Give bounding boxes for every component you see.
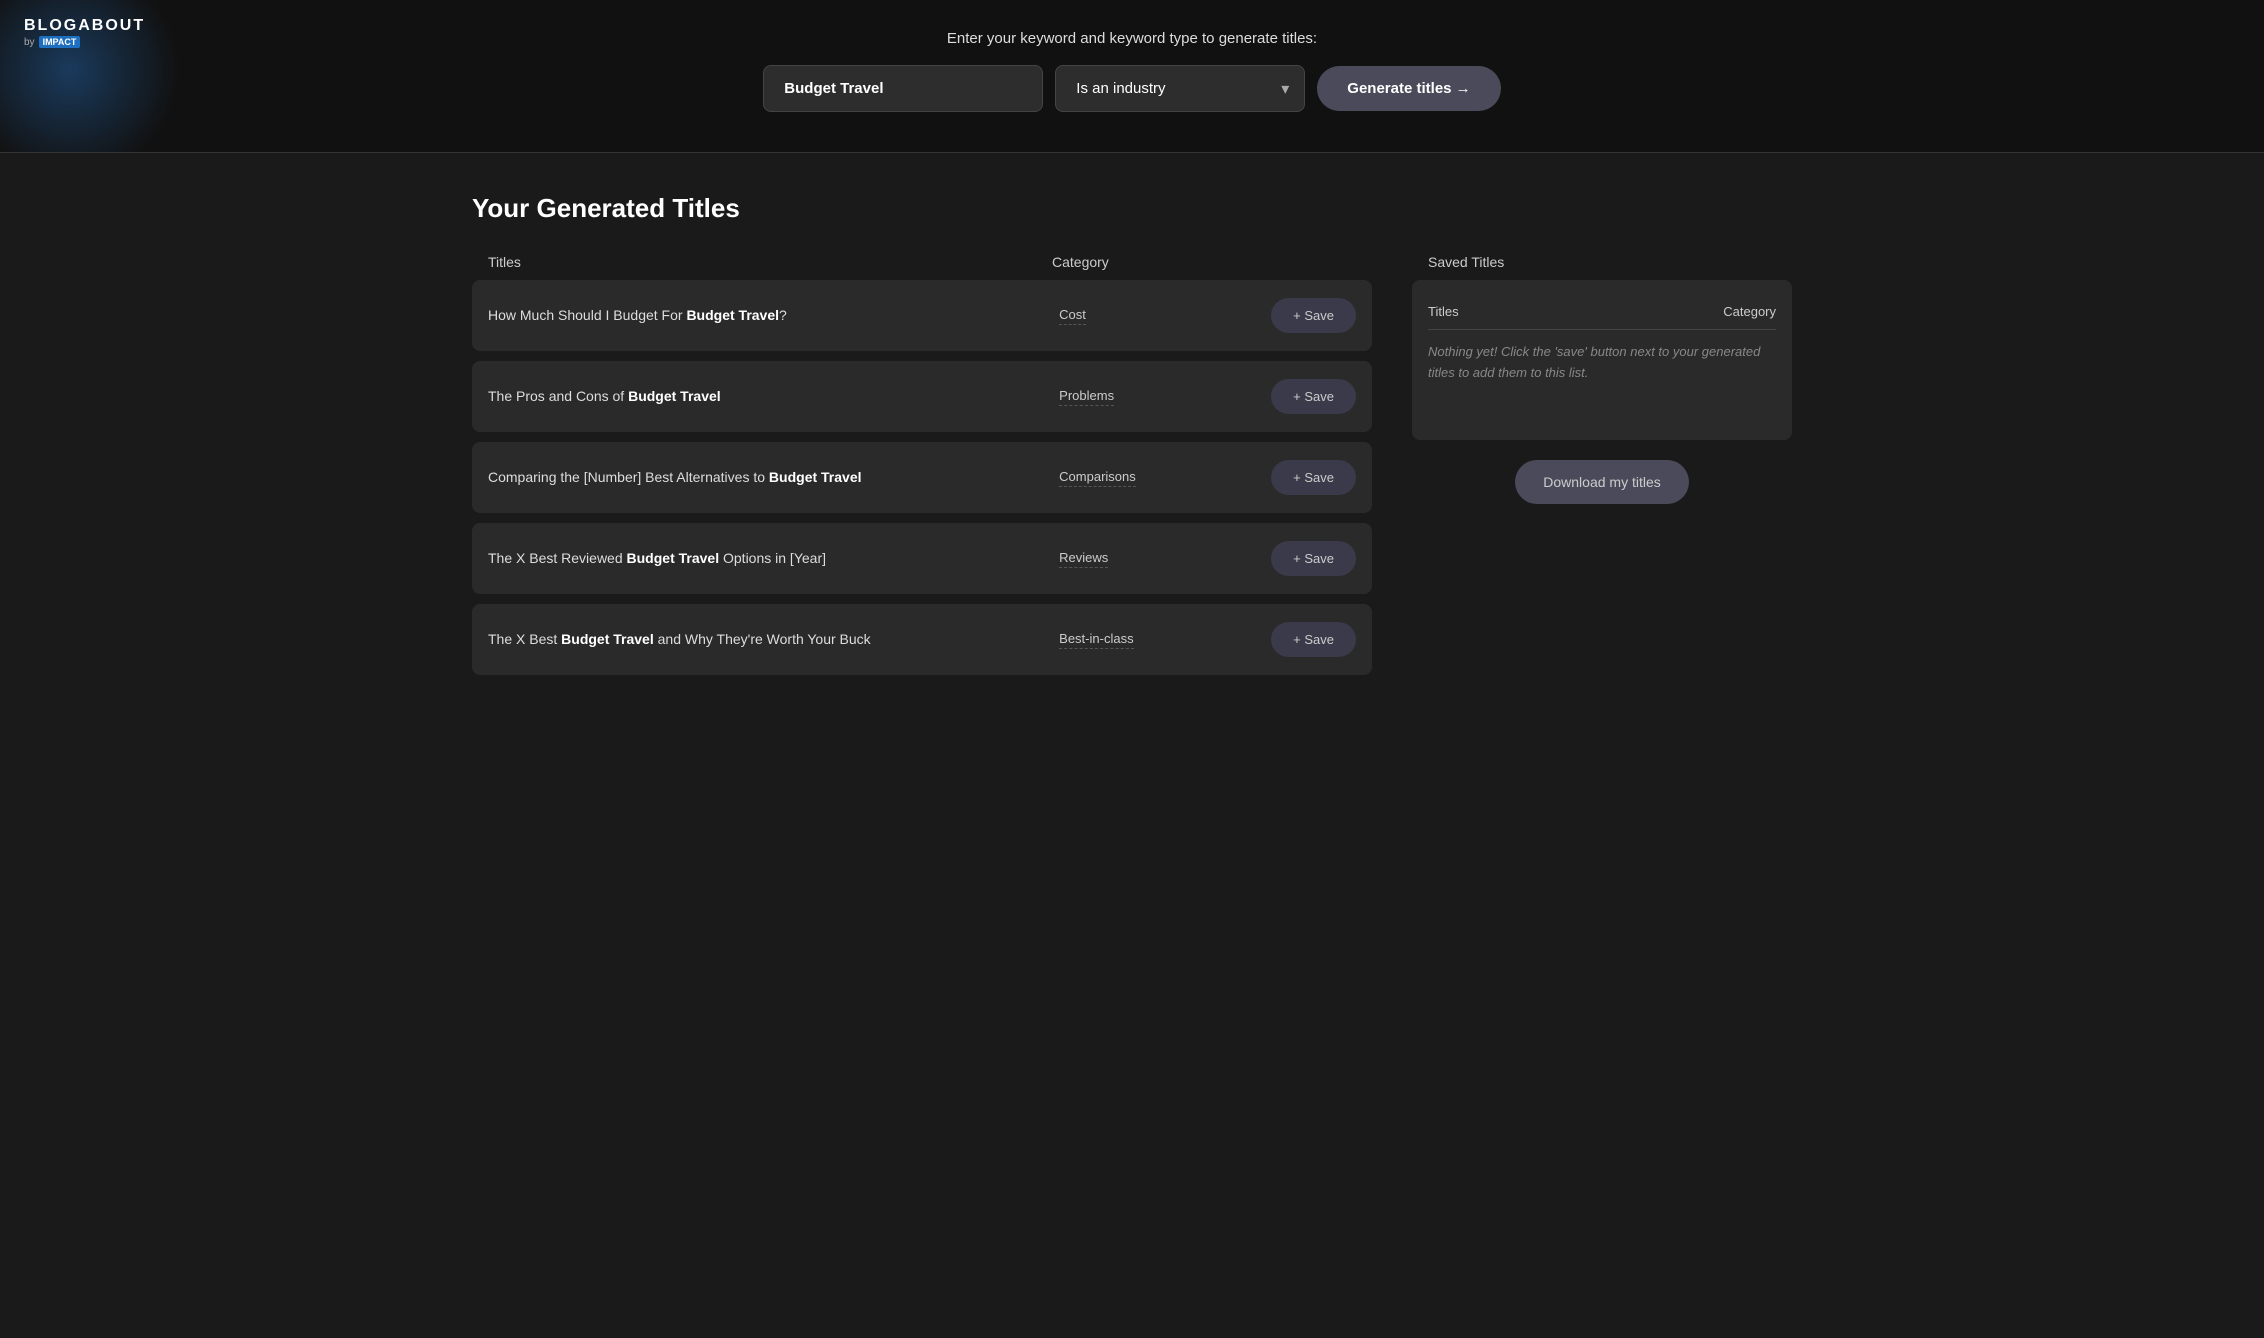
- category-label: Cost: [1059, 307, 1086, 325]
- saved-panel: Saved Titles Titles Category Nothing yet…: [1412, 254, 1792, 504]
- section-title: Your Generated Titles: [472, 193, 1792, 224]
- saved-titles-heading: Saved Titles: [1428, 254, 1504, 270]
- category-cell: Best-in-class: [1059, 630, 1259, 649]
- category-label: Best-in-class: [1059, 631, 1133, 649]
- titles-col-label: Titles: [488, 254, 1052, 270]
- title-text: The Pros and Cons of Budget Travel: [488, 386, 1047, 407]
- table-row: The X Best Budget Travel and Why They're…: [472, 604, 1372, 675]
- titles-panel: Titles Category How Much Should I Budget…: [472, 254, 1372, 685]
- save-button[interactable]: + Save: [1271, 298, 1356, 333]
- category-cell: Cost: [1059, 306, 1259, 325]
- title-text: Comparing the [Number] Best Alternatives…: [488, 467, 1047, 488]
- category-cell: Comparisons: [1059, 468, 1259, 487]
- keyword-type-wrapper: Is an industry Is a topic Is a product I…: [1055, 65, 1305, 112]
- save-button[interactable]: + Save: [1271, 460, 1356, 495]
- save-button[interactable]: + Save: [1271, 622, 1356, 657]
- logo-blogabout: BLOGABOUT: [24, 18, 145, 34]
- download-titles-button[interactable]: Download my titles: [1515, 460, 1689, 504]
- title-text: The X Best Budget Travel and Why They're…: [488, 629, 1047, 650]
- logo-impact: IMPACT: [39, 36, 81, 48]
- saved-box: Titles Category Nothing yet! Click the '…: [1412, 280, 1792, 440]
- table-row: The X Best Reviewed Budget Travel Option…: [472, 523, 1372, 594]
- category-cell: Reviews: [1059, 549, 1259, 568]
- saved-col-headers: Titles Category: [1428, 296, 1776, 330]
- category-cell: Problems: [1059, 387, 1259, 406]
- logo-byline: by IMPACT: [24, 36, 145, 48]
- title-text: The X Best Reviewed Budget Travel Option…: [488, 548, 1047, 569]
- main-content: Your Generated Titles Titles Category Ho…: [432, 153, 1832, 745]
- keyword-input[interactable]: [763, 65, 1043, 112]
- header-section: BLOGABOUT by IMPACT Enter your keyword a…: [0, 0, 2264, 153]
- header-subtitle: Enter your keyword and keyword type to g…: [947, 30, 1317, 47]
- category-col-label: Category: [1052, 254, 1252, 270]
- saved-empty-message: Nothing yet! Click the 'save' button nex…: [1428, 342, 1776, 384]
- saved-col-category-label: Category: [1656, 304, 1776, 319]
- table-row: The Pros and Cons of Budget Travel Probl…: [472, 361, 1372, 432]
- table-row: How Much Should I Budget For Budget Trav…: [472, 280, 1372, 351]
- save-button[interactable]: + Save: [1271, 541, 1356, 576]
- table-row: Comparing the [Number] Best Alternatives…: [472, 442, 1372, 513]
- category-label: Problems: [1059, 388, 1114, 406]
- title-text: How Much Should I Budget For Budget Trav…: [488, 305, 1047, 326]
- two-column-layout: Titles Category How Much Should I Budget…: [472, 254, 1792, 685]
- save-button[interactable]: + Save: [1271, 379, 1356, 414]
- saved-panel-header: Saved Titles: [1412, 254, 1792, 280]
- logo: BLOGABOUT by IMPACT: [24, 18, 145, 48]
- category-label: Reviews: [1059, 550, 1108, 568]
- generate-titles-button[interactable]: Generate titles →: [1317, 66, 1500, 111]
- keyword-type-select[interactable]: Is an industry Is a topic Is a product I…: [1055, 65, 1305, 112]
- saved-col-titles-label: Titles: [1428, 304, 1656, 319]
- category-label: Comparisons: [1059, 469, 1136, 487]
- titles-col-headers: Titles Category: [472, 254, 1372, 280]
- input-row: Is an industry Is a topic Is a product I…: [763, 65, 1500, 112]
